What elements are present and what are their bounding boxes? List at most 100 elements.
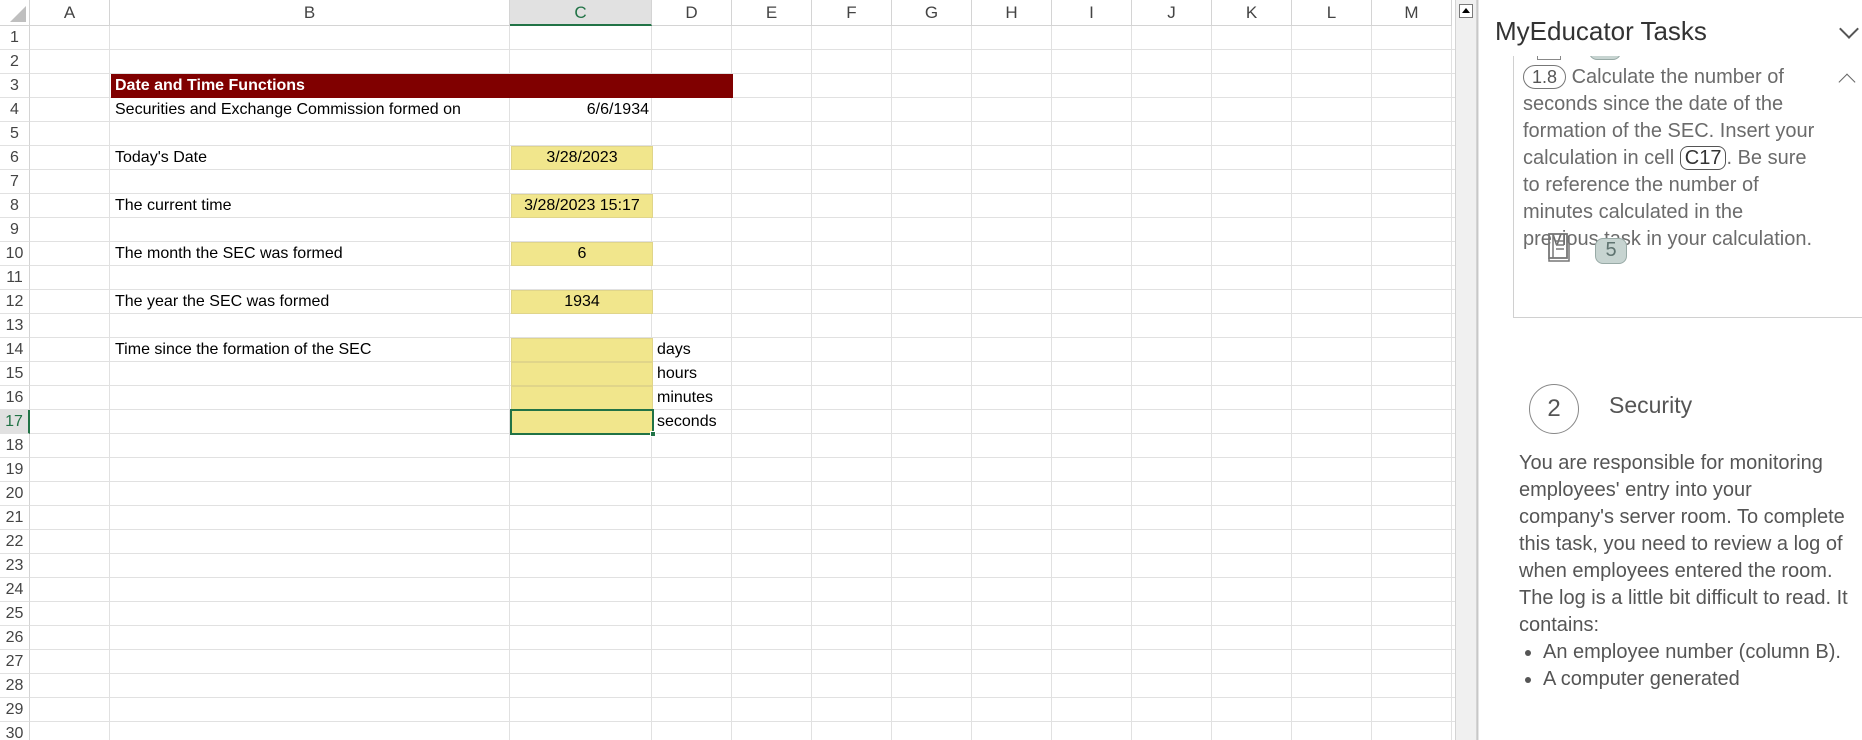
sec-formed-label[interactable]: Securities and Exchange Commission forme… — [111, 101, 465, 119]
row-gridline — [30, 265, 1455, 266]
row-gridline — [30, 433, 1455, 434]
minutes-cell[interactable] — [511, 386, 653, 410]
row-gridline — [30, 721, 1455, 722]
row-header-17[interactable]: 17 — [0, 410, 30, 434]
sec-formed-date[interactable]: 6/6/1934 — [511, 101, 653, 119]
fill-handle[interactable] — [650, 431, 656, 437]
row-header-27[interactable]: 27 — [0, 650, 30, 674]
row-header-29[interactable]: 29 — [0, 698, 30, 722]
bullet-item: An employee number (column B). — [1543, 639, 1849, 666]
spreadsheet-grid[interactable]: ABCDEFGHIJKLM 1 2 3 4 5 6 7 8 9 10 11 12 13 14 15 16 17 1… — [0, 0, 1455, 740]
current-time-value: 3/28/2023 15:17 — [524, 197, 640, 214]
chevron-down-icon[interactable] — [1839, 19, 1859, 39]
column-header-g[interactable]: G — [892, 0, 972, 26]
row-header-22[interactable]: 22 — [0, 530, 30, 554]
row-header-12[interactable]: 12 — [0, 290, 30, 314]
column-header-e[interactable]: E — [732, 0, 812, 26]
row-gridline — [30, 505, 1455, 506]
row-gridline — [30, 625, 1455, 626]
row-gridline — [30, 121, 1455, 122]
row-header-20[interactable]: 20 — [0, 482, 30, 506]
hours-unit[interactable]: hours — [653, 365, 701, 383]
seconds-unit[interactable]: seconds — [653, 413, 721, 431]
row-header-1[interactable]: 1 — [0, 26, 30, 50]
row-header-2[interactable]: 2 — [0, 50, 30, 74]
todays-date-label[interactable]: Today's Date — [111, 149, 211, 167]
column-header-i[interactable]: I — [1052, 0, 1132, 26]
row-header-5[interactable]: 5 — [0, 122, 30, 146]
book-icon[interactable] — [1547, 232, 1573, 262]
column-gridline — [891, 26, 892, 740]
sec-year-label[interactable]: The year the SEC was formed — [111, 293, 333, 311]
row-header-4[interactable]: 4 — [0, 98, 30, 122]
task-number-badge: 1.8 — [1523, 65, 1567, 89]
select-all-corner[interactable] — [0, 0, 30, 26]
hours-cell[interactable] — [511, 362, 653, 386]
row-header-24[interactable]: 24 — [0, 578, 30, 602]
vertical-scrollbar[interactable] — [1455, 0, 1477, 740]
column-header-m[interactable]: M — [1372, 0, 1452, 26]
row-header-7[interactable]: 7 — [0, 170, 30, 194]
row-header-25[interactable]: 25 — [0, 602, 30, 626]
bullet-item: A computer generated — [1543, 666, 1849, 693]
row-header-8[interactable]: 8 — [0, 194, 30, 218]
row-header-9[interactable]: 9 — [0, 218, 30, 242]
column-header-c[interactable]: C — [510, 0, 652, 26]
sheet-title[interactable]: Date and Time Functions — [111, 77, 309, 95]
row-gridline — [30, 241, 1455, 242]
scroll-up-icon[interactable] — [1459, 4, 1473, 18]
sec-month-label[interactable]: The month the SEC was formed — [111, 245, 347, 263]
column-header-b[interactable]: B — [110, 0, 510, 26]
column-header-l[interactable]: L — [1292, 0, 1372, 26]
row-gridline — [30, 169, 1455, 170]
row-header-19[interactable]: 19 — [0, 458, 30, 482]
days-unit[interactable]: days — [653, 341, 695, 359]
current-time-label[interactable]: The current time — [111, 197, 235, 215]
row-gridline — [30, 457, 1455, 458]
row-gridline — [30, 409, 1455, 410]
row-header-18[interactable]: 18 — [0, 434, 30, 458]
row-gridline — [30, 361, 1455, 362]
row-header-6[interactable]: 6 — [0, 146, 30, 170]
row-header-16[interactable]: 16 — [0, 386, 30, 410]
sec-month-value: 6 — [577, 245, 587, 262]
task-pane-scroll[interactable]: 1.8 Calculate the number of seconds sinc… — [1479, 56, 1862, 740]
column-gridline — [811, 26, 812, 740]
row-header-21[interactable]: 21 — [0, 506, 30, 530]
row-header-3[interactable]: 3 — [0, 74, 30, 98]
row-gridline — [30, 385, 1455, 386]
row-header-15[interactable]: 15 — [0, 362, 30, 386]
column-gridline — [1291, 26, 1292, 740]
column-header-h[interactable]: H — [972, 0, 1052, 26]
section-body: You are responsible for monitoring emplo… — [1519, 450, 1849, 693]
column-header-a[interactable]: A — [30, 0, 110, 26]
row-gridline — [30, 145, 1455, 146]
task-pane: MyEducator Tasks 1.8 Calculate the numbe… — [1478, 0, 1862, 740]
cell-reference-badge[interactable]: C17 — [1679, 146, 1727, 170]
column-header-k[interactable]: K — [1212, 0, 1292, 26]
resource-count-badge[interactable]: 5 — [1595, 238, 1627, 264]
column-gridline — [1131, 26, 1132, 740]
row-header-23[interactable]: 23 — [0, 554, 30, 578]
section-number: 2 — [1529, 384, 1579, 434]
column-header-f[interactable]: F — [812, 0, 892, 26]
column-header-d[interactable]: D — [652, 0, 732, 26]
count-badge[interactable] — [1589, 56, 1621, 60]
book-icon[interactable] — [1537, 56, 1561, 60]
row-gridline — [30, 193, 1455, 194]
column-header-j[interactable]: J — [1132, 0, 1212, 26]
minutes-unit[interactable]: minutes — [653, 389, 717, 407]
row-header-30[interactable]: 30 — [0, 722, 30, 740]
row-header-14[interactable]: 14 — [0, 338, 30, 362]
row-header-13[interactable]: 13 — [0, 314, 30, 338]
row-header-28[interactable]: 28 — [0, 674, 30, 698]
column-gridline — [1371, 26, 1372, 740]
task-text: 1.8 Calculate the number of seconds sinc… — [1523, 64, 1823, 253]
row-header-11[interactable]: 11 — [0, 266, 30, 290]
days-cell[interactable] — [511, 338, 653, 362]
row-header-26[interactable]: 26 — [0, 626, 30, 650]
row-gridline — [30, 601, 1455, 602]
row-header-10[interactable]: 10 — [0, 242, 30, 266]
time-since-label[interactable]: Time since the formation of the SEC — [111, 341, 375, 359]
chevron-up-icon[interactable] — [1838, 73, 1856, 91]
